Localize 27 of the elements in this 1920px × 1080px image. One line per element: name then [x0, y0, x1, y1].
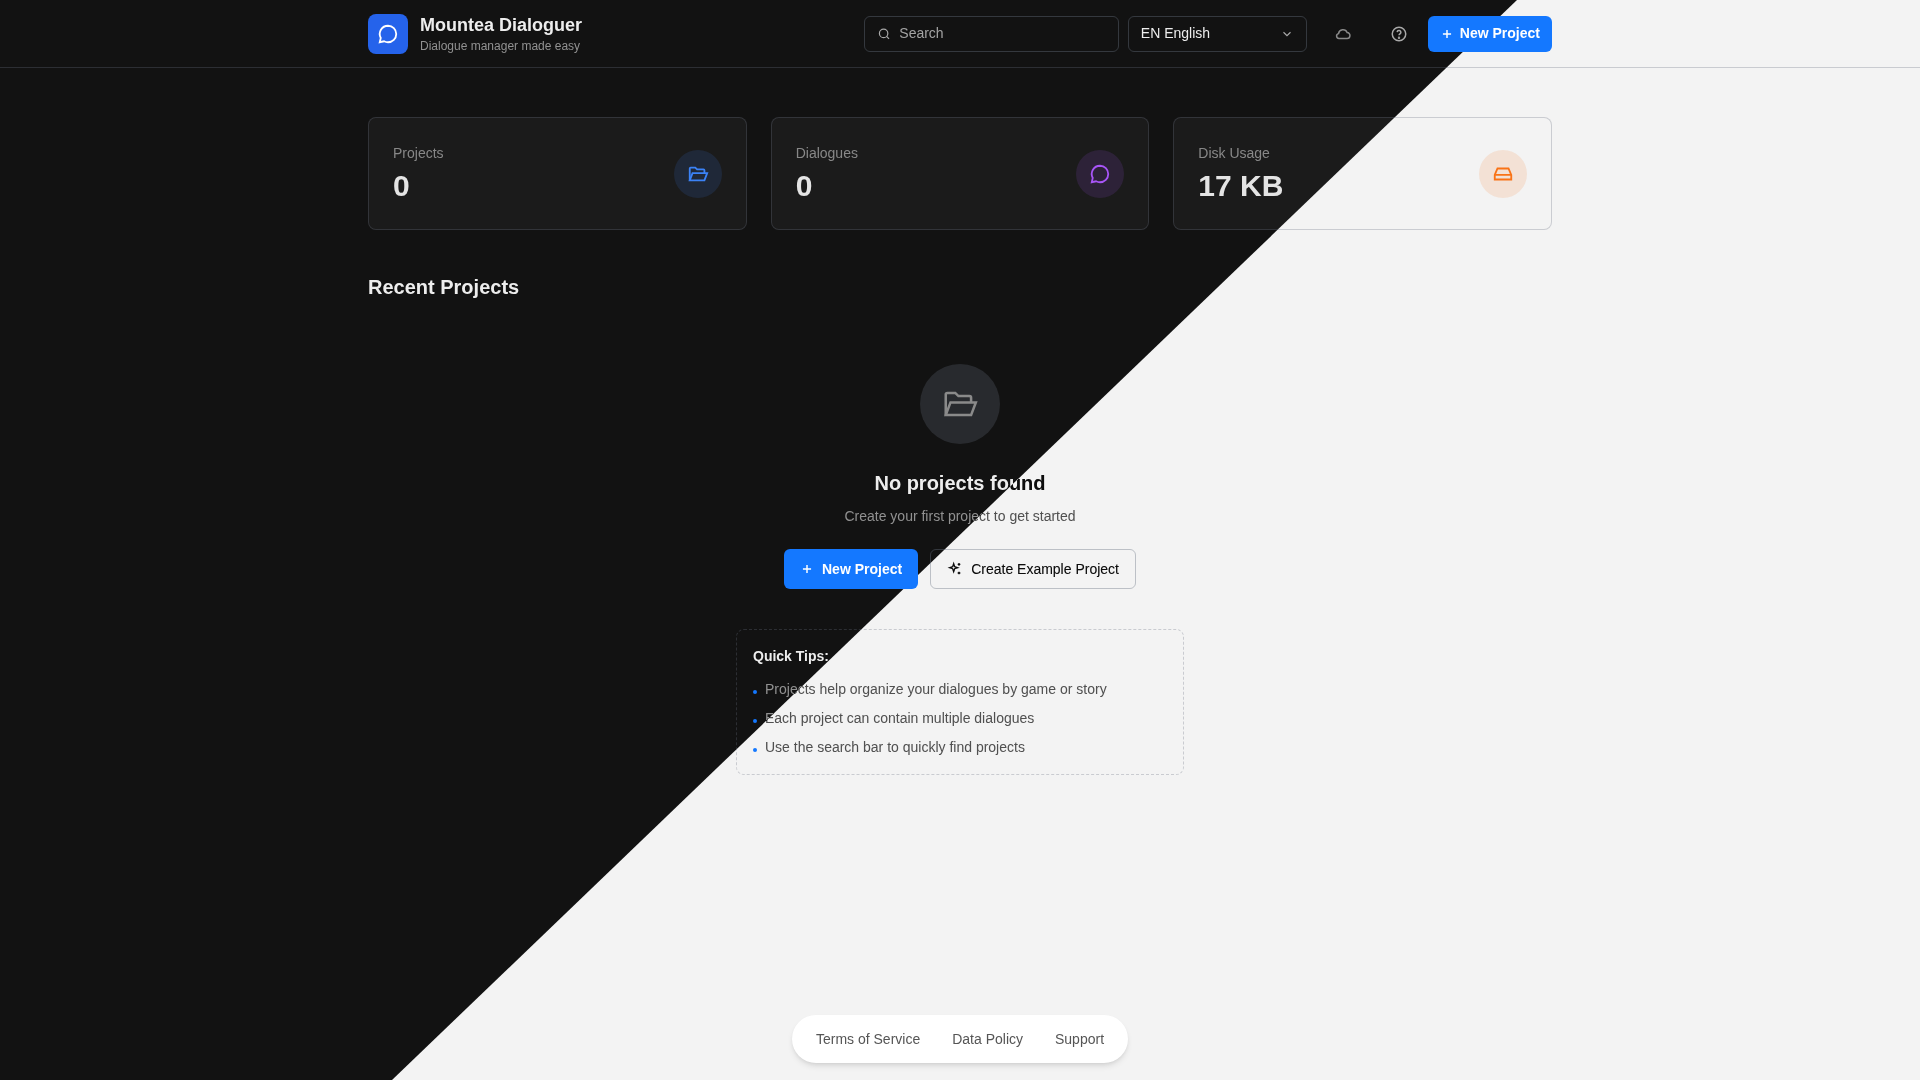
bullet-icon	[753, 689, 757, 694]
search-field[interactable]: Search	[863, 15, 1119, 52]
help-icon[interactable]	[1389, 24, 1408, 43]
footer-link[interactable]: Data Policy	[952, 1028, 1023, 1050]
section-title: Recent Projects	[368, 275, 521, 300]
app-title: Mountea Dialoguer	[420, 13, 582, 37]
new-project-button[interactable]: New Project	[1427, 15, 1552, 52]
app-tagline: Dialogue manager made easy	[420, 37, 582, 55]
stat-label: Dialogues	[795, 144, 858, 163]
stat-label: Projects	[393, 144, 444, 163]
bullet-icon	[753, 747, 757, 752]
stat-value: 0	[795, 168, 814, 204]
tip-text: Use the search bar to quickly find projects	[765, 738, 1025, 757]
footer-link[interactable]: Support	[1055, 1028, 1105, 1050]
tips-title: Quick Tips:	[753, 647, 830, 666]
stat-label: Disk Usage	[1198, 144, 1271, 163]
footer-link[interactable]: Terms of Service	[815, 1028, 921, 1050]
tip-text: Each project can contain multiple dialogues	[765, 709, 1035, 728]
search-input[interactable]: Search	[899, 23, 1106, 44]
language-select[interactable]: EN English	[1127, 15, 1307, 52]
bullet-icon	[753, 718, 757, 723]
new-project-button[interactable]: New Project	[784, 549, 919, 589]
plus-icon	[800, 562, 814, 576]
stat-value: 17 KB	[1198, 168, 1284, 204]
logo-icon	[368, 13, 408, 54]
create-example-button[interactable]: Create Example Project	[930, 549, 1136, 589]
stat-value: 0	[393, 168, 411, 204]
